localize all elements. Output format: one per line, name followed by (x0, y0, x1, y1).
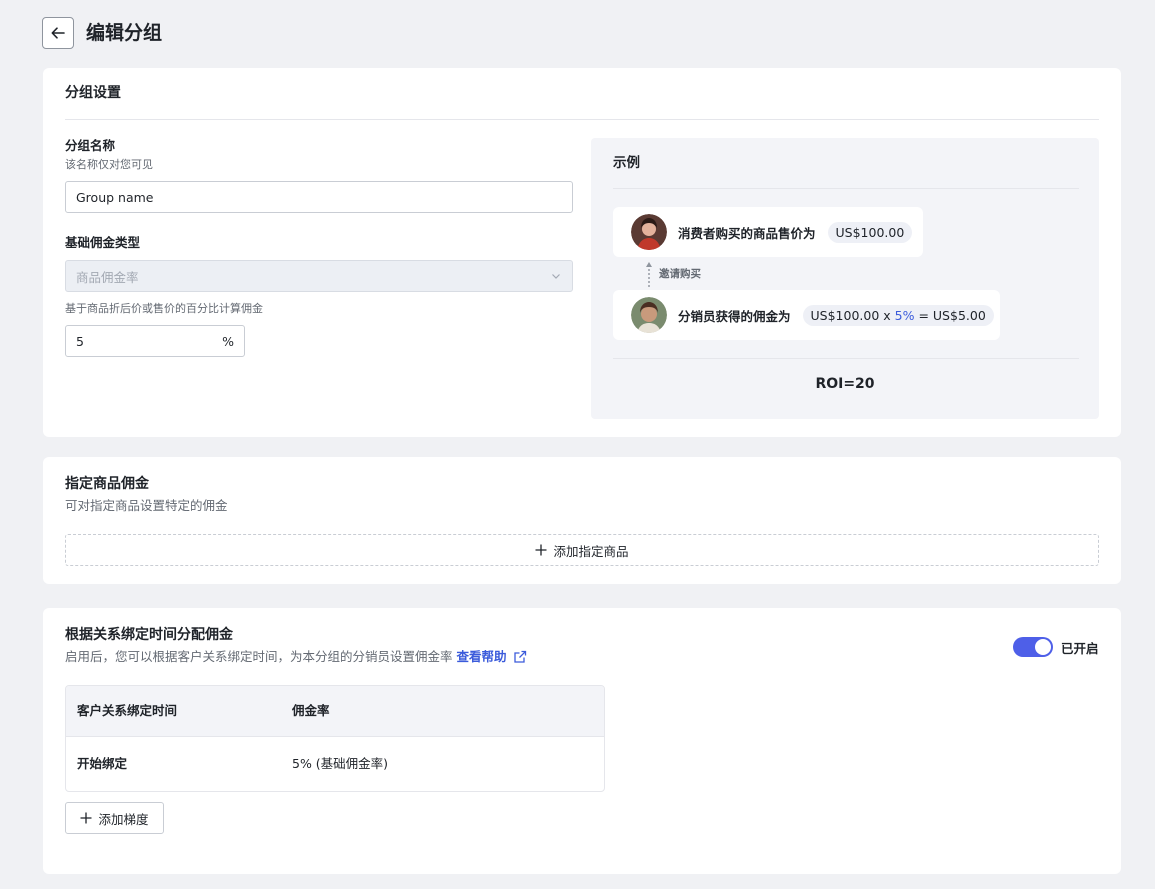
page-title: 编辑分组 (86, 22, 163, 44)
table-row: 开始绑定 5% (基础佣金率) (66, 737, 604, 791)
distributor-avatar (631, 297, 667, 333)
section-subtitle: 可对指定商品设置特定的佣金 (65, 498, 228, 513)
formula-pill: US$100.00 x 5% = US$5.00 (802, 304, 994, 326)
invite-arrow-icon (646, 262, 652, 287)
commission-type-label: 基础佣金类型 (65, 235, 141, 250)
rate-hint: 基于商品折后价或售价的百分比计算佣金 (65, 302, 263, 315)
commission-type-select[interactable]: 商品佣金率 (65, 260, 573, 292)
consumer-avatar (631, 214, 667, 250)
product-commission-card: 指定商品佣金 可对指定商品设置特定的佣金 添加指定商品 (43, 457, 1121, 584)
formula-result: = US$5.00 (914, 307, 986, 323)
add-product-label: 添加指定商品 (553, 543, 629, 559)
section-title: 根据关系绑定时间分配佣金 (65, 627, 233, 643)
commission-table: 客户关系绑定时间 佣金率 开始绑定 5% (基础佣金率) (65, 685, 605, 792)
external-link-icon[interactable] (513, 650, 527, 664)
group-name-value: Group name (76, 189, 154, 205)
divider (613, 188, 1079, 189)
consumer-text: 消费者购买的商品售价为 (678, 225, 816, 241)
column-header: 佣金率 (292, 703, 330, 718)
toggle-knob (1035, 639, 1051, 655)
plus-icon (535, 544, 547, 556)
group-name-input[interactable]: Group name (65, 181, 573, 213)
commission-type-value: 商品佣金率 (76, 269, 139, 285)
consumer-price-pill: US$100.00 (827, 221, 913, 243)
consumer-example-card: 消费者购买的商品售价为 US$100.00 (613, 207, 923, 257)
back-button[interactable] (42, 17, 74, 49)
column-header: 客户关系绑定时间 (77, 703, 178, 718)
plus-icon (80, 812, 92, 824)
section-title: 分组设置 (65, 85, 121, 101)
rate-unit: % (222, 333, 234, 349)
section-title: 指定商品佣金 (65, 476, 149, 492)
add-step-label: 添加梯度 (98, 811, 149, 827)
section-subtitle: 启用后，您可以根据客户关系绑定时间，为本分组的分销员设置佣金率 查看帮助 (65, 648, 527, 666)
subtitle-text: 启用后，您可以根据客户关系绑定时间，为本分组的分销员设置佣金率 (65, 649, 453, 664)
chevron-down-icon (552, 274, 560, 279)
add-step-button[interactable]: 添加梯度 (65, 802, 164, 834)
time-commission-toggle[interactable] (1013, 637, 1053, 657)
distributor-example-card: 分销员获得的佣金为 US$100.00 x 5% = US$5.00 (613, 290, 1000, 340)
roi-value: ROI=20 (815, 376, 875, 392)
table-cell: 开始绑定 (77, 756, 128, 771)
toggle-status: 已开启 (1061, 641, 1099, 656)
formula-base: US$100.00 x (810, 307, 895, 323)
divider (65, 119, 1099, 120)
commission-rate-input[interactable]: 5 % (65, 325, 245, 357)
example-panel: 示例 消费者购买的商品售价为 US$100.00 邀请购买 分销员获得的佣金为 … (591, 138, 1099, 419)
divider (613, 358, 1079, 359)
table-cell: 5% (基础佣金率) (292, 756, 389, 771)
help-link[interactable]: 查看帮助 (457, 648, 507, 666)
group-settings-card: 分组设置 分组名称 该名称仅对您可见 Group name 基础佣金类型 商品佣… (43, 68, 1121, 437)
formula-rate: 5% (894, 307, 915, 323)
add-product-button[interactable]: 添加指定商品 (65, 534, 1099, 566)
invite-label: 邀请购买 (659, 268, 701, 280)
group-name-hint: 该名称仅对您可见 (65, 158, 153, 171)
example-title: 示例 (613, 155, 640, 171)
arrow-left-icon (51, 27, 65, 39)
group-name-label: 分组名称 (65, 138, 116, 153)
table-header: 客户关系绑定时间 佣金率 (66, 686, 604, 737)
time-commission-card: 根据关系绑定时间分配佣金 启用后，您可以根据客户关系绑定时间，为本分组的分销员设… (43, 608, 1121, 874)
distributor-text: 分销员获得的佣金为 (678, 308, 791, 324)
rate-value: 5 (76, 333, 84, 349)
